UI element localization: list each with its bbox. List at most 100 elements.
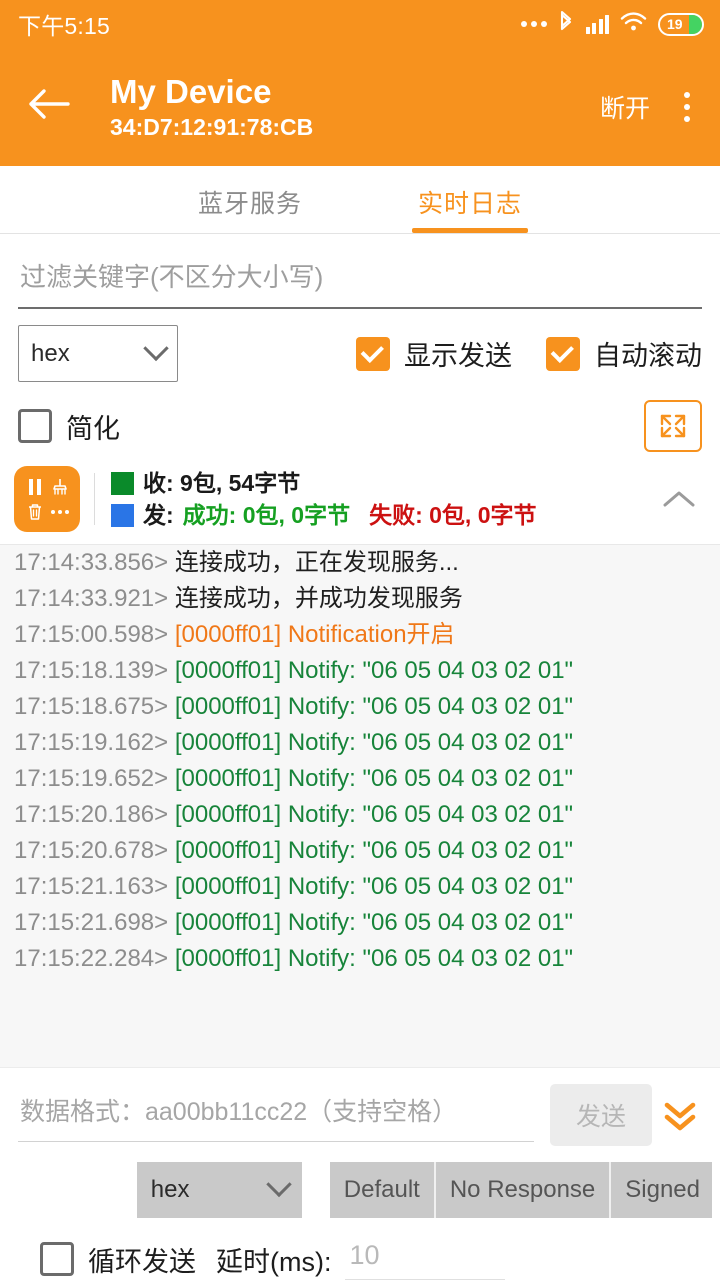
filter-input[interactable]: [18, 254, 702, 309]
app-bar: My Device 34:D7:12:91:78:CB 断开: [0, 48, 720, 166]
log-timestamp: 17:15:22.284>: [14, 945, 175, 972]
delay-label: 延时(ms):: [216, 1240, 331, 1279]
loop-send-checkbox[interactable]: [40, 1242, 74, 1276]
log-timestamp: 17:15:20.186>: [14, 801, 175, 828]
log-message: [0000ff01] Notify: "06 05 04 03 02 01": [175, 873, 573, 900]
broom-clean-icon: [51, 478, 69, 496]
double-chevron-down-icon[interactable]: [652, 1095, 708, 1135]
log-line: 17:15:20.678> [0000ff01] Notify: "06 05 …: [14, 833, 720, 869]
tab-underline: [192, 228, 308, 233]
log-line: 17:15:21.163> [0000ff01] Notify: "06 05 …: [14, 869, 720, 905]
log-line: 17:15:19.652> [0000ff01] Notify: "06 05 …: [14, 761, 720, 797]
rx-color-swatch: [111, 472, 134, 495]
signal-bars-icon: [586, 15, 610, 34]
log-line: 17:15:19.162> [0000ff01] Notify: "06 05 …: [14, 725, 720, 761]
write-mode-signed[interactable]: Signed: [611, 1162, 712, 1218]
controls-row-format: hex 显示发送 自动滚动: [0, 309, 720, 382]
show-send-checkbox[interactable]: 显示发送: [356, 334, 512, 373]
filter-section: [0, 234, 720, 309]
log-timestamp: 17:15:19.652>: [14, 765, 175, 792]
log-message: [0000ff01] Notify: "06 05 04 03 02 01": [175, 945, 573, 972]
trash-icon: [27, 503, 43, 521]
chevron-down-icon: [266, 1172, 291, 1197]
send-button[interactable]: 发送: [550, 1084, 652, 1146]
divider: [94, 473, 95, 525]
checkbox-icon: [356, 337, 390, 371]
battery-level: 19: [667, 16, 683, 32]
log-timestamp: 17:15:19.162>: [14, 729, 175, 756]
log-actions-button[interactable]: [14, 466, 80, 532]
rx-stat-text: 收: 9包, 54字节: [143, 467, 300, 499]
tab-label: 蓝牙服务: [198, 184, 302, 220]
log-timestamp: 17:14:33.921>: [14, 585, 175, 612]
simplify-checkbox[interactable]: 简化: [18, 407, 120, 446]
log-output[interactable]: 17:14:33.856> 连接成功，正在发现服务...17:14:33.921…: [0, 544, 720, 1067]
send-options-row: hex Default No Response Signed: [0, 1156, 720, 1218]
tab-underline: [412, 228, 528, 233]
fullscreen-expand-icon[interactable]: [644, 400, 702, 452]
checkbox-icon: [546, 337, 580, 371]
rx-stat-row: 收: 9包, 54字节: [111, 467, 656, 499]
show-send-label: 显示发送: [404, 334, 512, 373]
status-bar: 下午5:15 19: [0, 0, 720, 48]
send-bar: 发送: [0, 1067, 720, 1156]
stats-lines: 收: 9包, 54字节 发: 成功: 0包, 0字节 失败: 0包, 0字节: [111, 467, 656, 531]
log-message: [0000ff01] Notify: "06 05 04 03 02 01": [175, 909, 573, 936]
log-line-list: 17:14:33.856> 连接成功，正在发现服务...17:14:33.921…: [0, 545, 720, 977]
controls-row-simplify: 简化: [0, 382, 720, 452]
log-line: 17:15:00.598> [0000ff01] Notification开启: [14, 617, 720, 653]
tx-failure-text: 失败: 0包, 0字节: [369, 499, 536, 531]
log-message: [0000ff01] Notify: "06 05 04 03 02 01": [175, 837, 573, 864]
auto-scroll-checkbox[interactable]: 自动滚动: [546, 334, 702, 373]
app-root: 下午5:15 19: [0, 0, 720, 1280]
log-message: [0000ff01] Notify: "06 05 04 03 02 01": [175, 801, 573, 828]
more-dots-icon: [50, 508, 70, 516]
log-line: 17:15:18.139> [0000ff01] Notify: "06 05 …: [14, 653, 720, 689]
write-mode-no-response[interactable]: No Response: [436, 1162, 611, 1218]
stats-bar: 收: 9包, 54字节 发: 成功: 0包, 0字节 失败: 0包, 0字节: [0, 452, 720, 544]
send-data-input[interactable]: [18, 1088, 534, 1142]
tab-bluetooth-services[interactable]: 蓝牙服务: [190, 170, 310, 233]
write-mode-segments: Default No Response Signed: [330, 1162, 712, 1218]
send-format-select[interactable]: hex: [137, 1162, 302, 1218]
log-message: 连接成功，并成功发现服务: [175, 585, 463, 612]
log-line: 17:15:22.284> [0000ff01] Notify: "06 05 …: [14, 941, 720, 977]
log-timestamp: 17:15:21.698>: [14, 909, 175, 936]
page-title: My Device: [110, 72, 600, 112]
log-line: 17:15:21.698> [0000ff01] Notify: "06 05 …: [14, 905, 720, 941]
log-format-value: hex: [31, 340, 70, 368]
auto-scroll-label: 自动滚动: [594, 334, 702, 373]
tx-stat-row: 发: 成功: 0包, 0字节 失败: 0包, 0字节: [111, 499, 656, 531]
chevron-up-icon[interactable]: [656, 488, 702, 510]
loop-send-row: 循环发送 延时(ms):: [0, 1218, 720, 1280]
app-bar-titles: My Device 34:D7:12:91:78:CB: [110, 72, 600, 142]
tx-stat-prefix: 发:: [143, 499, 174, 531]
loop-send-label: 循环发送: [88, 1240, 196, 1279]
delay-input[interactable]: [345, 1238, 505, 1280]
log-message: 连接成功，正在发现服务...: [175, 549, 459, 576]
wifi-icon: [620, 11, 647, 37]
log-timestamp: 17:15:18.675>: [14, 693, 175, 720]
write-mode-default[interactable]: Default: [330, 1162, 436, 1218]
log-format-select[interactable]: hex: [18, 325, 178, 382]
log-timestamp: 17:15:00.598>: [14, 621, 175, 648]
log-line: 17:15:18.675> [0000ff01] Notify: "06 05 …: [14, 689, 720, 725]
disconnect-button[interactable]: 断开: [600, 89, 650, 125]
bluetooth-icon: [558, 10, 575, 39]
status-time: 下午5:15: [18, 7, 110, 41]
log-message: [0000ff01] Notification开启: [175, 621, 455, 648]
log-timestamp: 17:15:20.678>: [14, 837, 175, 864]
kebab-menu-icon[interactable]: [672, 85, 702, 129]
status-icons: 19: [521, 10, 705, 39]
more-dots-icon: [521, 21, 547, 27]
log-line: 17:14:33.856> 连接成功，正在发现服务...: [14, 545, 720, 581]
tab-bar: 蓝牙服务 实时日志: [0, 166, 720, 234]
tx-success-text: 成功: 0包, 0字节: [183, 499, 350, 531]
log-timestamp: 17:14:33.856>: [14, 549, 175, 576]
simplify-label: 简化: [66, 407, 120, 446]
tab-realtime-log[interactable]: 实时日志: [410, 170, 530, 233]
back-arrow-icon[interactable]: [26, 84, 72, 130]
pause-icon: [29, 479, 41, 495]
log-line: 17:14:33.921> 连接成功，并成功发现服务: [14, 581, 720, 617]
log-timestamp: 17:15:21.163>: [14, 873, 175, 900]
